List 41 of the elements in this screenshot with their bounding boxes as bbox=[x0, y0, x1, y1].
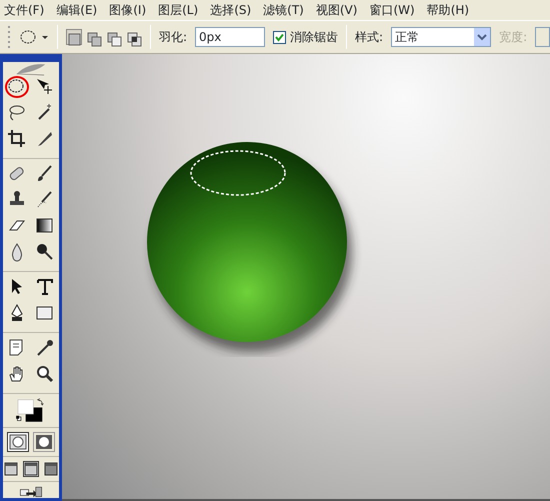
selection-mode-icon bbox=[67, 32, 82, 48]
selection-mode-icon bbox=[107, 32, 122, 48]
width-field bbox=[535, 27, 550, 47]
style-dropdown[interactable]: 正常 bbox=[391, 27, 492, 47]
feather-label: 羽化: bbox=[159, 29, 188, 46]
feather-field[interactable]: 0px bbox=[195, 27, 266, 47]
circle-mask-icon bbox=[35, 434, 53, 450]
menu-item[interactable]: 文件(F) bbox=[4, 0, 44, 20]
lasso-icon bbox=[7, 103, 27, 124]
check-icon bbox=[275, 32, 284, 42]
ellipse-marquee-icon[interactable] bbox=[19, 29, 49, 45]
menu-item[interactable]: 帮助(H) bbox=[426, 0, 470, 20]
window-icon bbox=[4, 462, 18, 476]
menu-item[interactable]: 图层(L) bbox=[158, 0, 198, 20]
antialias-label: 消除锯齿 bbox=[290, 29, 338, 46]
screen-mode-button[interactable] bbox=[23, 461, 39, 478]
zoom-icon bbox=[35, 364, 55, 384]
antialias-checkbox[interactable] bbox=[273, 30, 286, 44]
selection-mode-icon bbox=[127, 32, 142, 48]
grip-icon bbox=[8, 26, 11, 48]
circle-mask-icon bbox=[9, 434, 27, 450]
style-label: 样式: bbox=[355, 29, 384, 46]
window-icon bbox=[24, 462, 38, 476]
menu-item[interactable]: 选择(S) bbox=[210, 0, 252, 20]
menu-item[interactable]: 编辑(E) bbox=[56, 0, 98, 20]
menu-item[interactable]: 窗口(W) bbox=[369, 0, 415, 20]
mask-mode-button[interactable] bbox=[7, 432, 29, 452]
screen-mode-button[interactable] bbox=[43, 461, 59, 478]
menu-item[interactable]: 视图(V) bbox=[316, 0, 358, 20]
screen-mode-button[interactable] bbox=[3, 461, 19, 478]
selection-mode-icon bbox=[87, 32, 102, 48]
dodge-icon bbox=[35, 242, 55, 262]
menu-item[interactable]: 滤镜(T) bbox=[263, 0, 304, 20]
mask-mode-button[interactable] bbox=[33, 432, 55, 452]
crop-icon bbox=[7, 129, 27, 150]
type-icon bbox=[35, 277, 55, 298]
width-label: 宽度: bbox=[499, 29, 528, 46]
menu-item[interactable]: 图像(I) bbox=[109, 0, 146, 20]
tool-button[interactable] bbox=[5, 76, 29, 98]
window-icon bbox=[44, 462, 58, 476]
eyedropper-icon bbox=[35, 338, 55, 358]
